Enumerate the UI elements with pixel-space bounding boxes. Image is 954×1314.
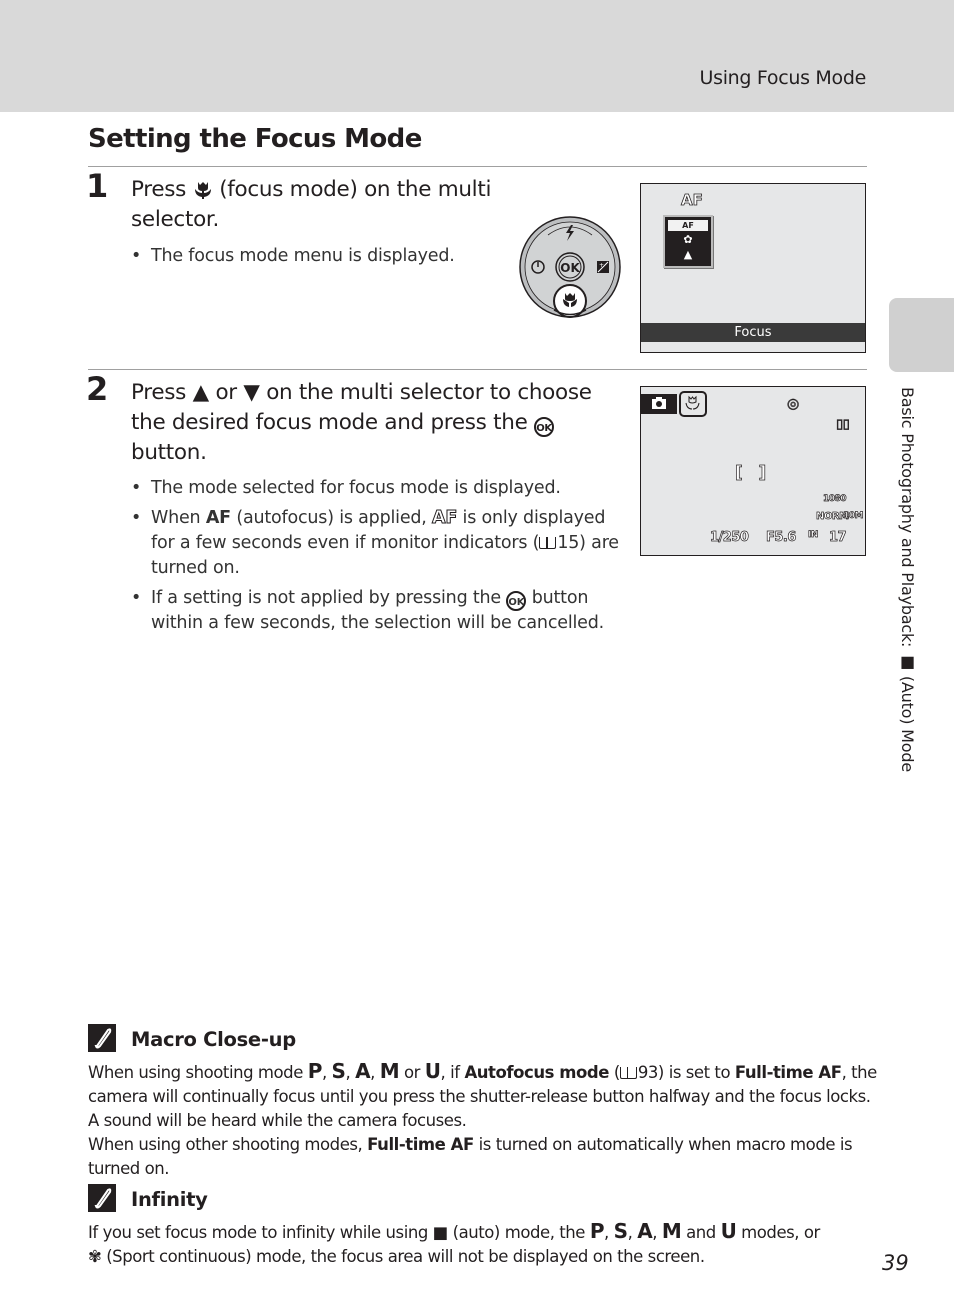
step-2-bullets: The mode selected for focus mode is disp…	[131, 476, 621, 641]
bullet-item: If a setting is not applied by pressing …	[131, 586, 621, 636]
note-title: Macro Close-up	[131, 1028, 296, 1051]
note-text: modes, or	[741, 1223, 820, 1242]
note-title: Infinity	[131, 1188, 208, 1211]
mode-m-icon: M	[661, 1219, 682, 1243]
af-indicator: AF	[681, 191, 704, 210]
multi-selector-diagram: + OK	[519, 216, 621, 318]
running-head: Using Focus Mode	[699, 67, 867, 89]
ok-button-icon: OK	[534, 417, 555, 437]
infinity-mountain-icon: ▲	[683, 248, 693, 261]
header-band	[0, 0, 954, 112]
bullet-item: The focus mode menu is displayed.	[131, 244, 455, 269]
down-arrow-icon: ▼	[243, 380, 260, 405]
page-number: 39	[882, 1251, 909, 1275]
note-body: When using shooting mode P, S, A, M or U…	[88, 1059, 877, 1178]
step-1-instruction: Press (focus mode) on the multi selector…	[131, 175, 511, 235]
chapter-label-text: (Auto) Mode	[898, 675, 917, 772]
mode-m-icon: M	[379, 1059, 400, 1083]
step-text: Press	[131, 177, 187, 202]
focus-label-bar: Focus	[641, 323, 865, 342]
vibration-reduction-icon: ◎	[787, 396, 800, 413]
mode-a-icon: A	[637, 1219, 653, 1243]
page-reference: 93) is set to	[637, 1063, 731, 1082]
setting-value: Full-time AF	[367, 1135, 474, 1154]
af-outline-icon: AF	[432, 508, 458, 529]
note-text: (Sport continuous) mode, the focus area …	[106, 1247, 705, 1266]
note-text: When using other shooting modes,	[88, 1135, 363, 1154]
setting-value: Full-time AF	[734, 1063, 842, 1082]
note-pencil-icon	[88, 1024, 116, 1052]
section-title: Setting the Focus Mode	[88, 124, 422, 154]
motion-detection-icon: ▯▯	[836, 417, 851, 433]
auto-camera-icon: ■	[898, 652, 917, 671]
menu-option-af: AF	[668, 220, 708, 231]
note-text: When using shooting mode	[88, 1063, 303, 1082]
mode-u-icon: U	[720, 1219, 737, 1243]
mode-s-icon: S	[613, 1219, 628, 1243]
mode-a-icon: A	[355, 1059, 371, 1083]
camera-screen-shooting: ◎ ▯▯ [ ] 1080 NORM 10M 1/250 F5.6 IN 17	[640, 386, 866, 556]
bullet-text: If a setting is not applied by pressing …	[151, 588, 501, 608]
bullet-text: When	[151, 508, 201, 528]
exposures-remaining: 17	[829, 530, 847, 546]
aperture: F5.6	[766, 530, 797, 546]
book-reference-icon	[619, 1067, 637, 1079]
note-text: (	[613, 1063, 620, 1082]
chapter-tab	[889, 298, 954, 372]
mode-u-icon: U	[424, 1059, 441, 1083]
shutter-speed: 1/250	[710, 530, 750, 546]
step-2-instruction: Press ▲ or ▼ on the multi selector to ch…	[131, 378, 621, 468]
step-text: button.	[131, 440, 207, 465]
macro-mode-indicator	[679, 391, 707, 417]
step-number: 2	[86, 370, 109, 408]
setting-name: Autofocus mode	[464, 1063, 610, 1082]
step-text: Press	[131, 380, 187, 405]
bullet-item: When AF (autofocus) is applied, AF is on…	[131, 506, 621, 581]
focus-mode-menu: AF ✿ ▲	[663, 215, 713, 268]
note-body: If you set focus mode to infinity while …	[88, 1219, 820, 1266]
step-text: (focus mode) on the multi selector.	[131, 177, 492, 232]
exposure-compensation-icon: +	[597, 261, 609, 273]
note-text: or	[403, 1063, 420, 1082]
bullet-item: The mode selected for focus mode is disp…	[131, 476, 621, 501]
note-text: If you set focus mode to infinity while …	[88, 1223, 428, 1242]
mode-p-icon: P	[307, 1059, 323, 1083]
camera-screen-focus-menu: AF AF ✿ ▲ Focus	[640, 183, 866, 353]
divider	[88, 369, 867, 370]
af-icon: AF	[205, 508, 231, 528]
image-size-icon: 10M	[843, 511, 864, 522]
bullet-text: (autofocus) is applied,	[236, 508, 427, 528]
book-reference-icon	[539, 537, 557, 549]
svg-text:OK: OK	[560, 261, 580, 275]
movie-mode-icon: 1080	[823, 494, 847, 505]
chapter-label-text: Basic Photography and Playback:	[898, 387, 917, 648]
note-text: , if	[440, 1063, 461, 1082]
chapter-label: Basic Photography and Playback: ■ (Auto)…	[898, 387, 917, 772]
macro-option-icon: ✿	[683, 233, 693, 246]
ok-button: OK	[555, 252, 585, 282]
ok-button-icon: OK	[506, 591, 527, 611]
note-text: (auto) mode, the	[452, 1223, 586, 1242]
up-arrow-icon: ▲	[192, 380, 210, 405]
note-pencil-icon	[88, 1184, 116, 1212]
mode-p-icon: P	[589, 1219, 605, 1243]
step-number: 1	[86, 167, 109, 205]
step-1-bullets: The focus mode menu is displayed.	[131, 244, 455, 274]
svg-text:+: +	[599, 262, 604, 269]
auto-camera-icon: ■	[432, 1223, 449, 1242]
auto-mode-camera-icon	[641, 394, 677, 414]
divider	[88, 166, 867, 167]
sport-continuous-icon: ✾	[88, 1247, 102, 1266]
macro-flower-icon	[194, 182, 211, 199]
note-text: and	[686, 1223, 716, 1242]
internal-memory-icon: IN	[808, 530, 819, 541]
focus-area-brackets: [ ]	[735, 463, 767, 484]
mode-s-icon: S	[331, 1059, 346, 1083]
step-text: or	[215, 380, 237, 405]
